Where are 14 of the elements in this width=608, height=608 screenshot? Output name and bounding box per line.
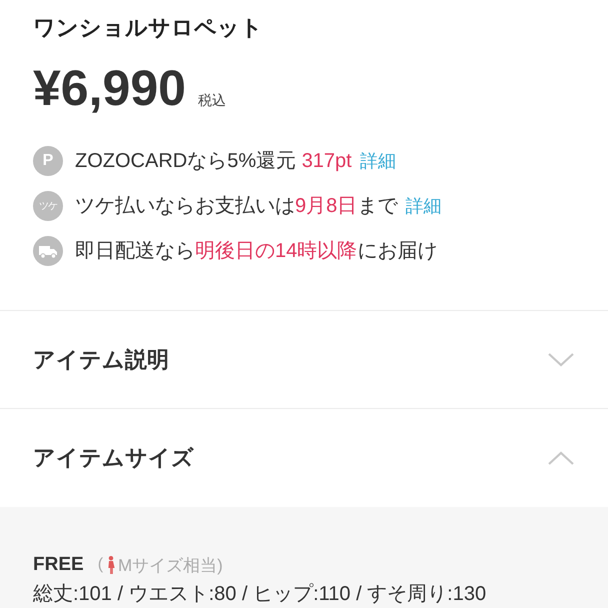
- deferred-payment-badge: ツケ: [33, 190, 63, 220]
- product-title: ワンショルサロペット: [33, 14, 264, 42]
- benefit-text: 即日配送なら明後日の14時以降にお届け: [75, 239, 438, 264]
- tax-note: 税込: [198, 92, 226, 110]
- size-note: Mサイズ相当): [118, 554, 223, 576]
- size-measurements: 総丈:101 / ウエスト:80 / ヒップ:110 / すそ周り:130: [33, 582, 488, 607]
- woman-figure-icon: [107, 556, 116, 574]
- benefit-text: ZOZOCARDなら5%還元 317pt: [75, 149, 352, 174]
- points-badge: P: [33, 146, 63, 176]
- price: ¥6,990: [33, 59, 186, 118]
- size-note-bracket: (: [98, 556, 104, 574]
- truck-icon: [33, 236, 63, 266]
- size-label: FREE: [33, 554, 84, 576]
- benefit-text: ツケ払いならお支払いは9月8日 まで: [75, 194, 398, 219]
